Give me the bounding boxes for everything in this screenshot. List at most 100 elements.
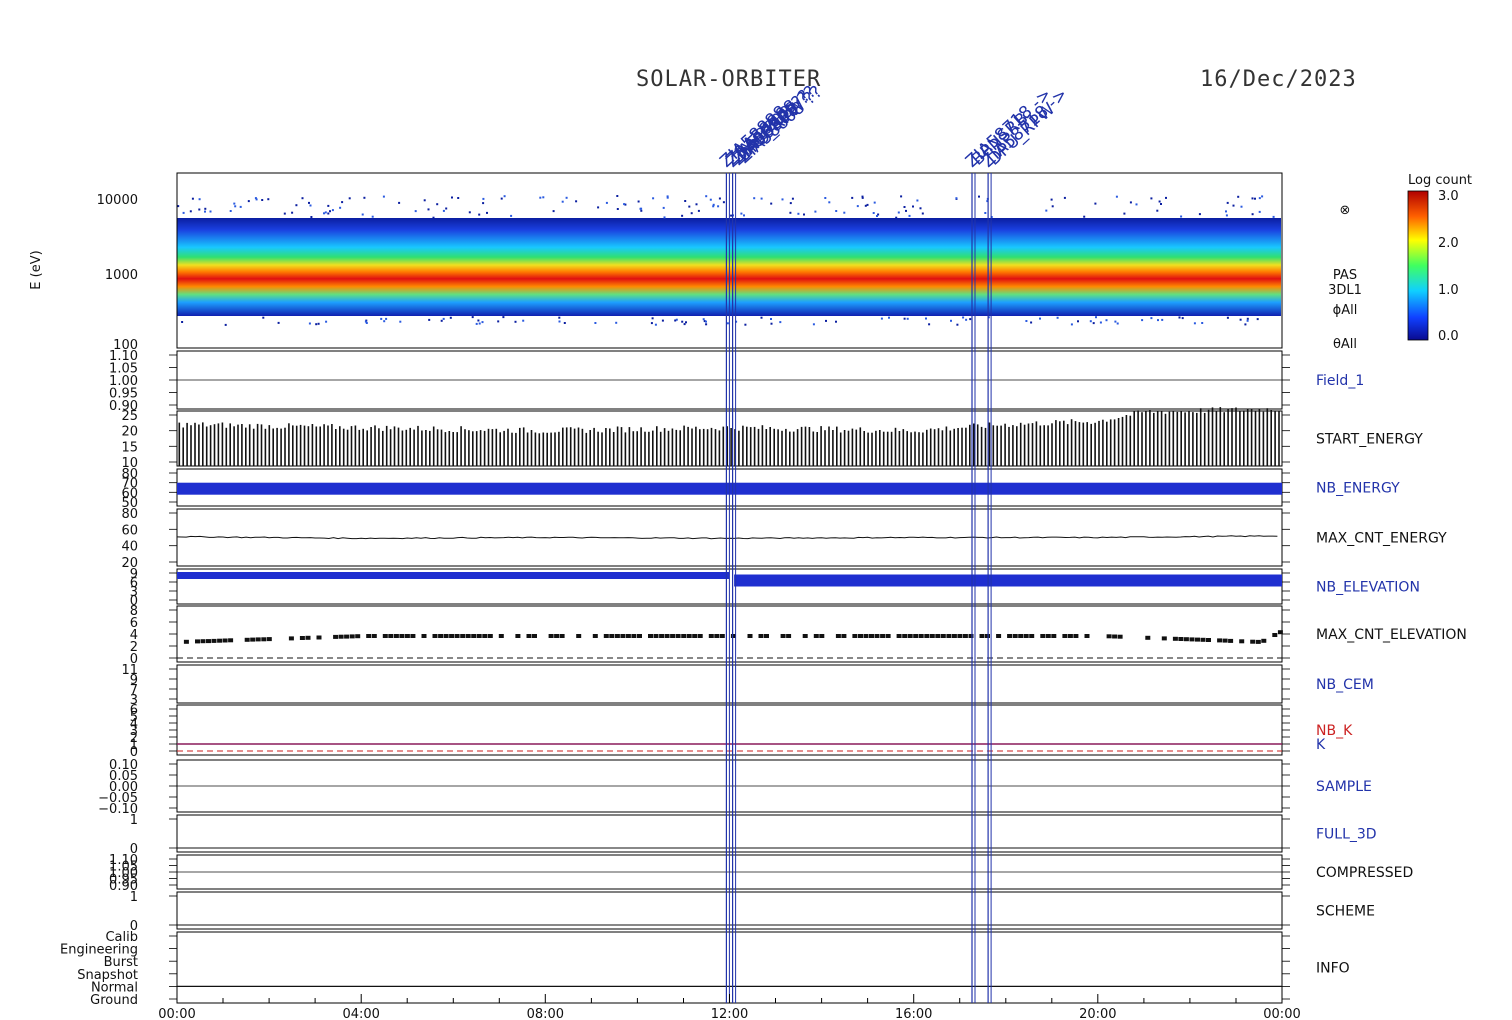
noise-dot (1095, 316, 1097, 319)
max-cnt-elevation-mark (261, 637, 267, 642)
max-cnt-elevation-mark (592, 634, 598, 638)
panel-label-compressed: COMPRESSED (1316, 865, 1413, 881)
noise-dot (1092, 322, 1095, 325)
panel-label-k: K (1316, 737, 1326, 753)
noise-dot (730, 214, 733, 217)
noise-dot (563, 322, 566, 324)
max-cnt-elevation-mark (858, 634, 863, 638)
noise-dot (1254, 197, 1256, 200)
max-cnt-elevation-mark (316, 635, 322, 640)
max-cnt-elevation-mark (802, 634, 808, 638)
max-cnt-elevation-mark (183, 639, 189, 644)
noise-dot (705, 195, 708, 198)
max-cnt-elevation-mark (681, 634, 687, 638)
max-cnt-elevation-mark (786, 634, 792, 638)
max-cnt-elevation-mark (935, 634, 941, 638)
max-cnt-elevation-mark (1073, 634, 1079, 638)
noise-dot (1116, 322, 1119, 325)
noise-dot (843, 211, 846, 214)
noise-dot (471, 316, 474, 319)
y-tick-10000: 10000 (97, 193, 138, 208)
noise-dot (861, 195, 864, 198)
noise-dot (1244, 323, 1247, 326)
max-cnt-elevation-mark (1145, 635, 1151, 640)
product-label: 3DL1 (1328, 283, 1362, 298)
noise-dot (1237, 195, 1240, 198)
noise-dot (919, 207, 922, 210)
x-tick-label: 08:00 (527, 1007, 564, 1020)
panel-label-start_energy: START_ENERGY (1316, 432, 1423, 448)
noise-dot (597, 206, 600, 209)
colorbar: Log count 3.0 2.0 1.0 0.0 (1407, 173, 1472, 344)
max-cnt-elevation-mark (548, 634, 554, 638)
noise-dot (1165, 196, 1167, 199)
panel-max_cnt_energy: 80604020MAX_CNT_ENERGY (121, 507, 1447, 571)
noise-dot (925, 317, 927, 320)
noise-dot (1201, 322, 1204, 324)
noise-dot (365, 322, 368, 324)
noise-dot (1030, 321, 1033, 324)
look-direction-icon: ⊗ (1340, 203, 1351, 218)
max-cnt-elevation-mark (686, 634, 692, 638)
noise-dot (1150, 317, 1153, 320)
noise-dot (1141, 319, 1144, 322)
noise-dot (382, 195, 385, 198)
max-cnt-elevation-mark (614, 634, 620, 638)
noise-dot (726, 322, 729, 325)
max-cnt-elevation-mark (393, 634, 399, 638)
panel-tick: 1 (130, 813, 138, 828)
max-cnt-elevation-mark (979, 634, 985, 638)
instrument-label: PAS (1333, 268, 1357, 283)
noise-dot (956, 323, 959, 326)
max-cnt-elevation-mark (648, 634, 653, 638)
noise-dot (824, 197, 827, 199)
noise-dot (978, 195, 980, 198)
noise-dot (690, 212, 693, 215)
noise-dot (1258, 210, 1261, 213)
noise-dot (239, 205, 242, 208)
noise-dot (291, 211, 294, 214)
noise-dot (1256, 318, 1259, 321)
max-cnt-elevation-mark (1217, 638, 1223, 643)
max-cnt-elevation-mark (1206, 638, 1211, 642)
noise-dot (558, 320, 561, 323)
max-cnt-elevation-mark (222, 638, 228, 643)
noise-dot (182, 211, 185, 214)
nb-elevation-band (177, 572, 730, 579)
max-cnt-elevation-mark (637, 634, 642, 638)
colorbar-title: Log count (1408, 173, 1472, 188)
noise-dot (1225, 210, 1227, 213)
noise-dot (864, 204, 867, 207)
noise-dot (198, 208, 201, 211)
noise-dot (449, 316, 452, 319)
noise-dot (803, 213, 805, 216)
noise-dot (423, 199, 426, 202)
max-cnt-elevation-mark (957, 634, 963, 638)
noise-dot (1226, 316, 1229, 319)
panel-nb_k: 6543210NB_KK (130, 703, 1353, 760)
noise-dot (1239, 318, 1242, 321)
max-cnt-elevation-mark (880, 634, 886, 638)
max-cnt-elevation-mark (863, 634, 869, 638)
noise-dot (324, 211, 327, 214)
noise-dot (1051, 205, 1054, 208)
max-cnt-elevation-mark (1117, 634, 1123, 639)
max-cnt-elevation-mark (929, 634, 935, 638)
max-cnt-elevation-mark (559, 634, 565, 638)
noise-dot (1198, 213, 1201, 216)
max-cnt-elevation-mark (764, 634, 769, 638)
noise-dot (872, 212, 875, 214)
noise-dot (639, 207, 642, 210)
noise-dot (261, 199, 264, 201)
y-axis-label: E (eV) (29, 250, 44, 289)
max-cnt-elevation-mark (1067, 634, 1073, 638)
max-cnt-elevation-mark (421, 634, 427, 638)
colorbar-tick-0: 0.0 (1438, 329, 1459, 344)
noise-dot (1099, 321, 1102, 324)
noise-dot (916, 199, 919, 202)
noise-dot (327, 212, 330, 215)
noise-dot (224, 323, 227, 326)
max-cnt-elevation-mark (454, 634, 460, 638)
noise-dot (323, 212, 325, 215)
max-cnt-elevation-mark (382, 634, 388, 638)
